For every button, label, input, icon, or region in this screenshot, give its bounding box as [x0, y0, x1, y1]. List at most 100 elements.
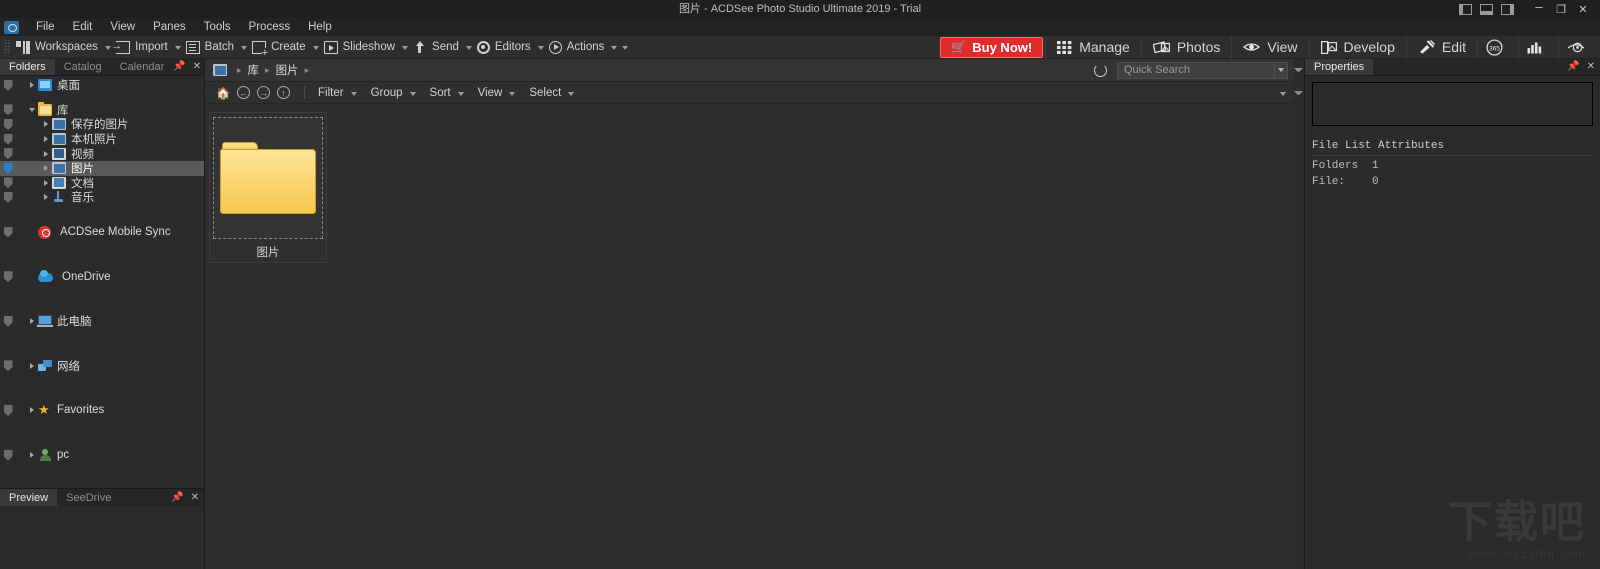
tree-item-local-photos[interactable]: 本机照片: [0, 132, 204, 147]
mode-develop-button[interactable]: Develop: [1308, 35, 1406, 59]
chevron-down-icon[interactable]: [611, 46, 618, 50]
chevron-down-icon[interactable]: [457, 91, 464, 96]
close-icon[interactable]: ✕: [1587, 62, 1595, 72]
up-icon[interactable]: ↑: [275, 84, 292, 101]
breadcrumb-item-library[interactable]: 库: [248, 62, 260, 78]
toolbar-overflow-icon[interactable]: [622, 46, 629, 50]
home-icon[interactable]: 🏠: [215, 84, 232, 101]
close-icon[interactable]: ✕: [191, 492, 199, 503]
group-menu-button[interactable]: Group: [367, 87, 420, 99]
tab-seedrive[interactable]: SeeDrive: [57, 489, 120, 506]
library-icon[interactable]: [213, 64, 227, 76]
mode-edit-button[interactable]: Edit: [1405, 35, 1477, 59]
tree-item-acdsee-mobile-sync[interactable]: ACDSee Mobile Sync: [0, 225, 204, 240]
toolbar-workspaces-button[interactable]: Workspaces: [14, 37, 114, 58]
pin-icon[interactable]: 📌: [173, 62, 185, 72]
properties-metadata-box[interactable]: [1312, 82, 1593, 126]
menu-item-edit[interactable]: Edit: [64, 18, 102, 36]
expander-icon[interactable]: [40, 165, 52, 172]
toolbar-import-button[interactable]: Import: [111, 37, 184, 58]
toolbar-create-button[interactable]: Create: [250, 37, 322, 58]
search-input[interactable]: [1117, 61, 1275, 79]
tree-marker[interactable]: [0, 315, 16, 327]
expander-icon[interactable]: [26, 107, 38, 112]
chevron-down-icon[interactable]: [402, 46, 409, 50]
buy-now-button[interactable]: 🛒 Buy Now!: [940, 36, 1044, 58]
expander-icon[interactable]: [40, 179, 52, 186]
tree-item-videos[interactable]: 视频: [0, 146, 204, 161]
toolbar-slideshow-button[interactable]: Slideshow: [322, 37, 411, 58]
tree-item-library[interactable]: 库: [0, 101, 204, 118]
expander-icon[interactable]: [40, 136, 52, 143]
tree-marker[interactable]: [0, 148, 16, 160]
tree-item-pictures[interactable]: 图片: [0, 160, 204, 176]
menu-item-tools[interactable]: Tools: [195, 18, 240, 36]
select-menu-button[interactable]: Select: [525, 87, 578, 99]
mode-365-button[interactable]: 365: [1477, 35, 1518, 59]
expander-icon[interactable]: [40, 150, 52, 157]
tree-marker[interactable]: [0, 104, 16, 116]
mode-photos-button[interactable]: Photos: [1140, 35, 1232, 59]
panel-bottom-icon[interactable]: [1480, 3, 1493, 15]
menu-item-help[interactable]: Help: [299, 18, 341, 36]
tree-item-saved-pictures[interactable]: 保存的图片: [0, 117, 204, 132]
expander-icon[interactable]: [26, 82, 38, 89]
tab-folders[interactable]: Folders: [0, 59, 55, 75]
mode-chart-button[interactable]: [1518, 35, 1558, 59]
refresh-icon[interactable]: [1094, 63, 1107, 77]
tree-item-documents[interactable]: 文档: [0, 176, 204, 191]
toolbar-grip[interactable]: [4, 39, 11, 55]
tree-item-favorites[interactable]: ★ Favorites: [0, 403, 204, 418]
tree-marker[interactable]: [0, 449, 16, 461]
mode-manage-button[interactable]: Manage: [1045, 35, 1141, 59]
expander-icon[interactable]: [26, 407, 38, 414]
pin-icon[interactable]: 📌: [1567, 62, 1579, 72]
tree-item-music[interactable]: 音乐: [0, 190, 204, 205]
menu-item-view[interactable]: View: [101, 18, 144, 36]
chevron-down-icon[interactable]: [350, 91, 357, 96]
sort-menu-button[interactable]: Sort: [426, 87, 468, 99]
tree-marker[interactable]: [0, 271, 16, 283]
chevron-down-icon[interactable]: [568, 91, 575, 96]
tree-marker[interactable]: [0, 162, 16, 174]
expander-icon[interactable]: [26, 452, 38, 459]
tree-item-network[interactable]: 网络: [0, 359, 204, 374]
expander-icon[interactable]: [26, 318, 38, 325]
tree-marker[interactable]: [0, 133, 16, 145]
tree-item-desktop[interactable]: 桌面: [0, 78, 204, 93]
minimize-button[interactable]: –: [1528, 0, 1550, 18]
mode-shutter-button[interactable]: [1558, 35, 1600, 59]
toolbar-send-button[interactable]: Send: [411, 37, 475, 58]
chevron-down-icon[interactable]: [509, 91, 516, 96]
tree-item-pc-user[interactable]: pc: [0, 448, 204, 463]
toolbar-actions-button[interactable]: Actions: [547, 37, 621, 58]
tree-marker[interactable]: [0, 404, 16, 416]
tree-marker[interactable]: [0, 177, 16, 189]
chevron-down-icon[interactable]: [409, 91, 416, 96]
close-button[interactable]: ✕: [1572, 0, 1594, 18]
tree-marker[interactable]: [0, 79, 16, 91]
breadcrumb-item-pictures[interactable]: 图片: [276, 62, 299, 78]
forward-icon[interactable]: →: [255, 84, 272, 101]
tree-marker[interactable]: [0, 360, 16, 372]
thumbnail-container[interactable]: [213, 117, 323, 239]
search-dropdown-button[interactable]: [1275, 61, 1288, 79]
file-list[interactable]: 图片: [205, 104, 1294, 569]
tree-marker[interactable]: [0, 226, 16, 238]
chevron-down-icon[interactable]: [465, 46, 472, 50]
tab-properties[interactable]: Properties: [1305, 59, 1374, 75]
chevron-down-icon[interactable]: [174, 46, 181, 50]
menu-item-panes[interactable]: Panes: [144, 18, 195, 36]
tab-calendar[interactable]: Calendar: [111, 59, 174, 75]
chevron-down-icon[interactable]: [241, 46, 248, 50]
tab-catalog[interactable]: Catalog: [55, 59, 111, 75]
tree-marker[interactable]: [0, 191, 16, 203]
chevron-down-icon[interactable]: [312, 46, 319, 50]
restore-button[interactable]: ❐: [1550, 0, 1572, 18]
pin-icon[interactable]: 📌: [171, 492, 183, 503]
toolbar-batch-button[interactable]: Batch: [184, 37, 250, 58]
panel-right-icon[interactable]: [1501, 3, 1514, 15]
tree-item-this-pc[interactable]: 此电脑: [0, 314, 204, 329]
mode-view-button[interactable]: View: [1231, 35, 1308, 59]
tree-item-onedrive[interactable]: OneDrive: [0, 269, 204, 284]
